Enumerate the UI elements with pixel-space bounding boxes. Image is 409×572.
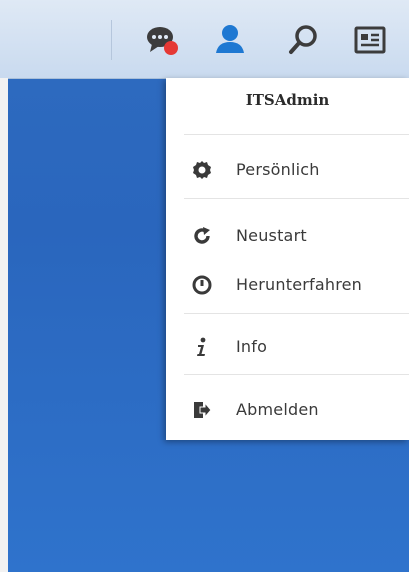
menu-item-info[interactable]: Info [166, 327, 409, 367]
chat-notification-icon[interactable] [142, 20, 182, 60]
menu-item-label: Persönlich [236, 160, 320, 179]
menu-item-shutdown[interactable]: Herunterfahren [166, 265, 409, 305]
restart-icon [192, 226, 212, 246]
user-menu: ITSAdmin Persönlich Neustart Herunterfah… [166, 78, 409, 440]
menu-divider [184, 134, 409, 135]
menu-item-label: Abmelden [236, 400, 319, 419]
menu-item-logout[interactable]: Abmelden [166, 390, 409, 430]
menu-item-label: Herunterfahren [236, 275, 363, 294]
logout-icon [192, 400, 212, 420]
menu-item-label: Neustart [236, 226, 307, 245]
search-icon[interactable] [283, 20, 323, 60]
info-icon [192, 337, 212, 357]
menu-item-restart[interactable]: Neustart [166, 216, 409, 256]
user-icon[interactable] [210, 20, 250, 60]
menu-divider [184, 313, 409, 314]
menu-item-label: Info [236, 337, 268, 356]
taskbar [0, 0, 409, 79]
gear-icon [192, 160, 212, 180]
menu-item-personal[interactable]: Persönlich [166, 150, 409, 190]
widgets-icon[interactable] [350, 20, 390, 60]
left-edge-strip [0, 78, 8, 572]
menu-divider [184, 198, 409, 199]
taskbar-separator [111, 20, 112, 60]
power-icon [192, 275, 212, 295]
menu-divider [184, 374, 409, 375]
menu-username: ITSAdmin [245, 91, 330, 109]
